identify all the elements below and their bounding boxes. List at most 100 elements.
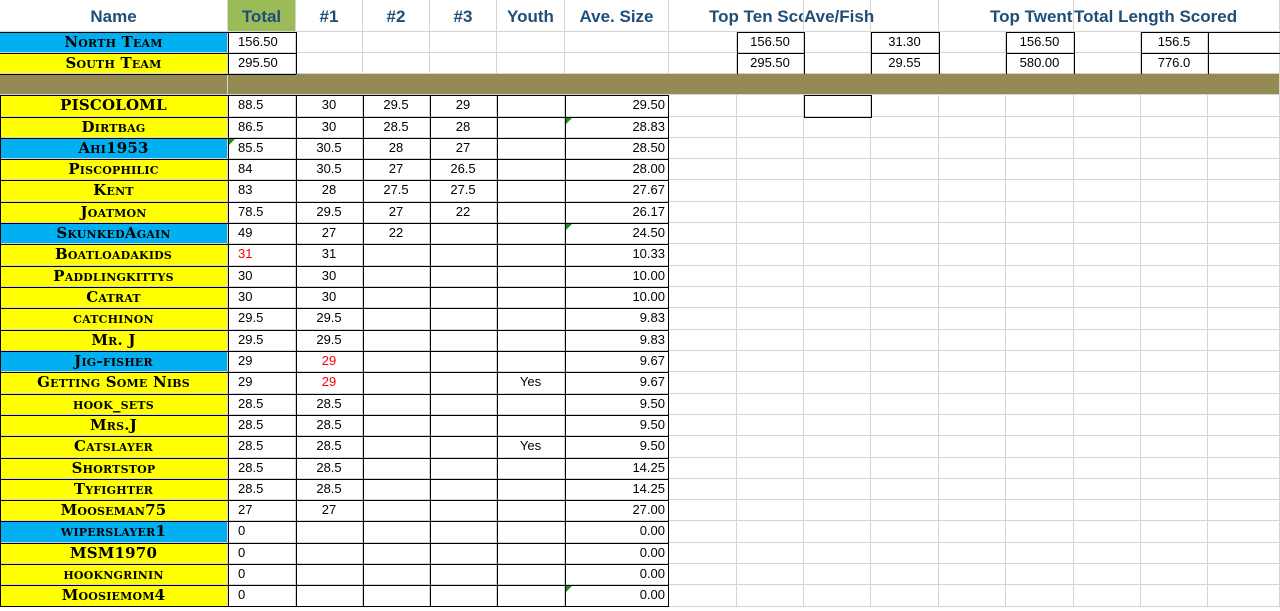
empty-cell[interactable]: [737, 458, 804, 479]
player-fish-2[interactable]: [363, 543, 430, 564]
player-total[interactable]: 0: [228, 521, 296, 543]
empty-cell[interactable]: [1208, 458, 1280, 479]
empty-cell[interactable]: [737, 585, 804, 607]
player-ave-size[interactable]: 10.00: [565, 287, 669, 308]
empty-cell[interactable]: [669, 95, 737, 117]
empty-cell[interactable]: [1006, 223, 1074, 244]
empty-cell[interactable]: [1141, 543, 1208, 564]
player-name[interactable]: Joatmon: [0, 202, 228, 223]
player-fish-3[interactable]: 27: [430, 138, 497, 159]
empty-cell[interactable]: [1208, 394, 1280, 415]
empty-cell[interactable]: [1006, 436, 1074, 458]
player-fish-2[interactable]: [363, 372, 430, 394]
empty-cell[interactable]: [1074, 479, 1141, 500]
player-total[interactable]: 28.5: [228, 394, 296, 415]
empty-cell[interactable]: [1006, 202, 1074, 223]
player-youth[interactable]: [497, 266, 565, 287]
empty-cell[interactable]: [1141, 458, 1208, 479]
player-fish-3[interactable]: [430, 458, 497, 479]
player-fish-1[interactable]: 28.5: [296, 479, 363, 500]
player-ave-size[interactable]: 9.67: [565, 351, 669, 372]
header-name[interactable]: Name: [0, 0, 228, 32]
empty-cell[interactable]: [871, 394, 939, 415]
player-youth[interactable]: [497, 308, 565, 330]
empty-cell[interactable]: [497, 32, 565, 53]
empty-cell[interactable]: [669, 458, 737, 479]
empty-cell[interactable]: [1208, 180, 1280, 202]
empty-cell[interactable]: [1074, 415, 1141, 436]
player-youth[interactable]: [497, 138, 565, 159]
player-ave-size[interactable]: 9.83: [565, 308, 669, 330]
player-ave-size[interactable]: 0.00: [565, 543, 669, 564]
player-fish-2[interactable]: [363, 244, 430, 266]
empty-cell[interactable]: [939, 521, 1006, 543]
empty-cell[interactable]: [1074, 53, 1141, 74]
player-youth[interactable]: [497, 351, 565, 372]
empty-cell[interactable]: [1006, 180, 1074, 202]
empty-cell[interactable]: [804, 415, 871, 436]
player-fish-3[interactable]: [430, 564, 497, 585]
empty-cell[interactable]: [1006, 372, 1074, 394]
player-ave-size[interactable]: 27.67: [565, 180, 669, 202]
empty-cell[interactable]: [1208, 117, 1280, 138]
empty-cell[interactable]: [871, 308, 939, 330]
empty-cell[interactable]: [804, 202, 871, 223]
empty-cell[interactable]: [669, 138, 737, 159]
separator-cell[interactable]: [0, 74, 228, 95]
empty-cell[interactable]: [737, 287, 804, 308]
player-name[interactable]: Mr. J: [0, 330, 228, 351]
player-fish-3[interactable]: [430, 521, 497, 543]
player-fish-1[interactable]: 28: [296, 180, 363, 202]
player-youth[interactable]: [497, 95, 565, 117]
player-name[interactable]: SkunkedAgain: [0, 223, 228, 244]
player-fish-2[interactable]: [363, 458, 430, 479]
player-fish-2[interactable]: 29.5: [363, 95, 430, 117]
player-fish-1[interactable]: [296, 564, 363, 585]
empty-cell[interactable]: [1208, 308, 1280, 330]
empty-cell[interactable]: [669, 117, 737, 138]
empty-cell[interactable]: [669, 180, 737, 202]
empty-cell[interactable]: [1208, 330, 1280, 351]
player-total[interactable]: 28.5: [228, 458, 296, 479]
team-top-ten[interactable]: 156.50: [737, 32, 804, 53]
empty-cell[interactable]: [939, 202, 1006, 223]
player-fish-3[interactable]: 27.5: [430, 180, 497, 202]
player-youth[interactable]: [497, 479, 565, 500]
empty-cell[interactable]: [669, 500, 737, 521]
empty-cell[interactable]: [871, 415, 939, 436]
empty-cell[interactable]: [1074, 244, 1141, 266]
player-fish-2[interactable]: 27: [363, 159, 430, 180]
empty-cell[interactable]: [669, 308, 737, 330]
empty-cell[interactable]: [363, 53, 430, 74]
team-name[interactable]: South Team: [0, 53, 228, 74]
empty-cell[interactable]: [939, 543, 1006, 564]
player-total[interactable]: 29.5: [228, 330, 296, 351]
empty-cell[interactable]: [669, 479, 737, 500]
player-ave-size[interactable]: 26.17: [565, 202, 669, 223]
empty-cell[interactable]: [871, 351, 939, 372]
player-total[interactable]: 85.5: [228, 138, 296, 159]
player-youth[interactable]: [497, 244, 565, 266]
empty-cell[interactable]: [939, 415, 1006, 436]
empty-cell[interactable]: [1074, 394, 1141, 415]
empty-cell[interactable]: [804, 351, 871, 372]
player-youth[interactable]: Yes: [497, 372, 565, 394]
empty-cell[interactable]: [804, 500, 871, 521]
player-fish-2[interactable]: [363, 415, 430, 436]
player-fish-2[interactable]: [363, 479, 430, 500]
player-name[interactable]: Piscophilic: [0, 159, 228, 180]
player-ave-size[interactable]: 0.00: [565, 585, 669, 607]
empty-cell[interactable]: [1141, 202, 1208, 223]
empty-cell[interactable]: [1141, 436, 1208, 458]
empty-cell[interactable]: [1006, 458, 1074, 479]
player-youth[interactable]: [497, 117, 565, 138]
player-total[interactable]: 29.5: [228, 308, 296, 330]
empty-cell[interactable]: [565, 32, 669, 53]
player-name[interactable]: hookngrinin: [0, 564, 228, 585]
empty-cell[interactable]: [1208, 266, 1280, 287]
player-fish-2[interactable]: [363, 500, 430, 521]
empty-cell[interactable]: [804, 117, 871, 138]
player-name[interactable]: hook_sets: [0, 394, 228, 415]
player-fish-3[interactable]: 29: [430, 95, 497, 117]
empty-cell[interactable]: [804, 138, 871, 159]
